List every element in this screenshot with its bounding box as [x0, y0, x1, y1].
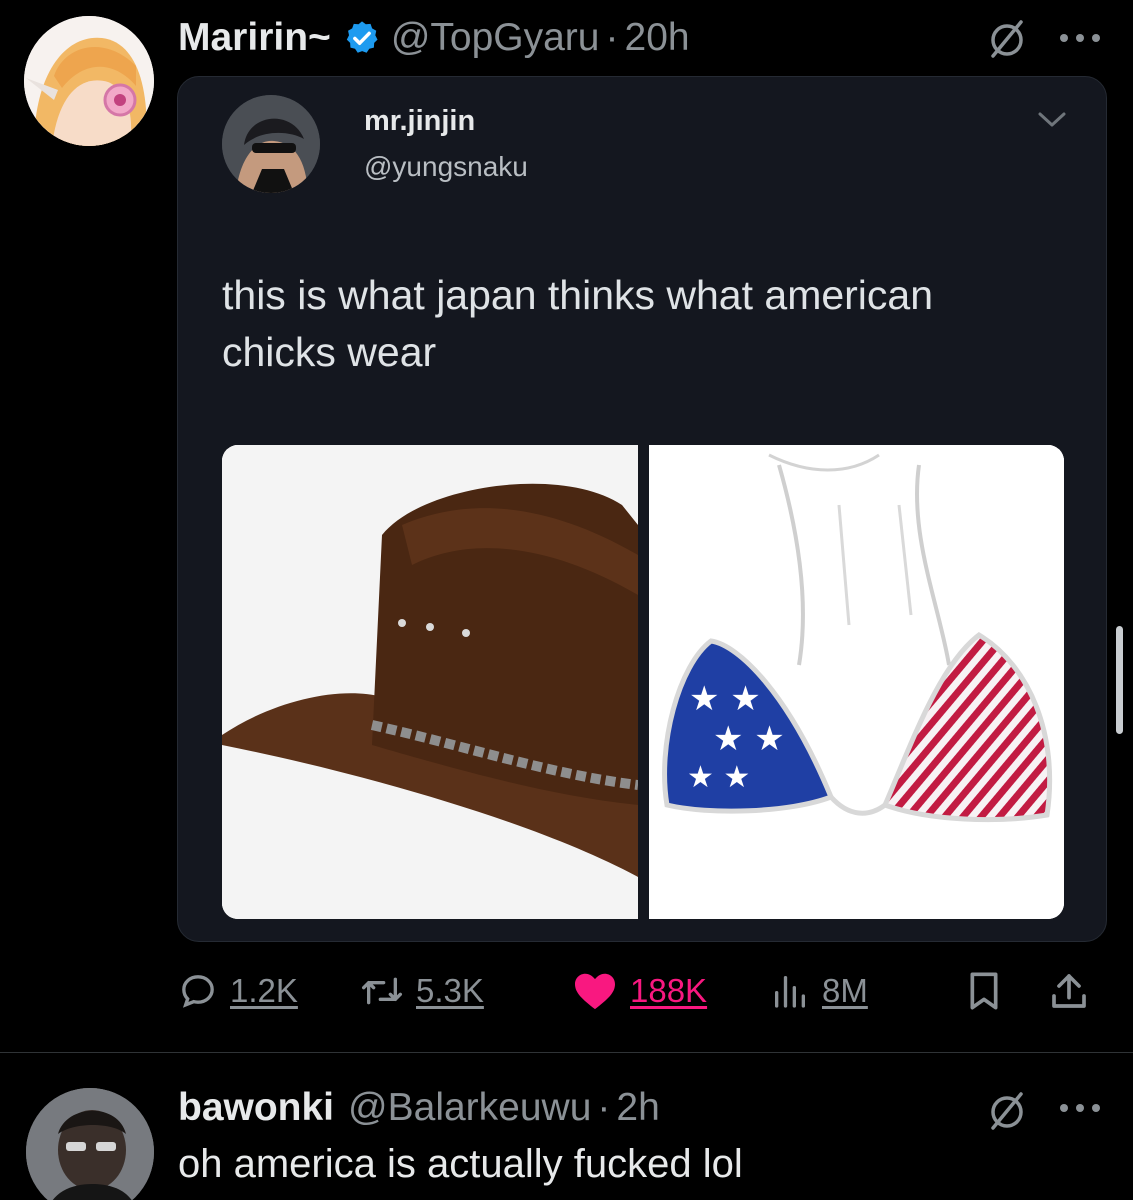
quoted-author-avatar[interactable] — [222, 95, 320, 193]
views-button[interactable]: 8M — [770, 968, 868, 1014]
reply-author-avatar[interactable] — [26, 1088, 154, 1200]
tweet-divider — [0, 1052, 1133, 1053]
author-handle[interactable]: @TopGyaru — [391, 16, 600, 60]
like-count: 188K — [630, 972, 708, 1009]
grok-icon[interactable] — [985, 1090, 1029, 1134]
reply-header-separator: · — [597, 1086, 611, 1129]
chevron-down-icon[interactable] — [1034, 105, 1070, 135]
repost-count: 5.3K — [416, 972, 484, 1009]
tweet-action-bar: 1.2K 5.3K 188K 8M — [178, 968, 1108, 1014]
author-display-name[interactable]: Maririn~ — [178, 16, 331, 60]
reply-author-display-name[interactable]: bawonki — [178, 1086, 334, 1130]
share-button[interactable] — [1050, 968, 1100, 1014]
heart-icon — [575, 973, 615, 1010]
reply-count: 1.2K — [230, 972, 298, 1009]
grok-icon[interactable] — [985, 18, 1029, 62]
verified-badge-icon — [346, 21, 378, 53]
scrollbar[interactable] — [1116, 626, 1123, 734]
reply-icon — [182, 975, 214, 1008]
more-options-icon[interactable] — [1056, 28, 1104, 48]
tweet-header: Maririn~ @TopGyaru · 20h — [178, 16, 690, 60]
reply-header: bawonki @Balarkeuwu · 2h — [178, 1086, 660, 1130]
quoted-author-handle[interactable]: @yungsnaku — [364, 151, 528, 183]
quoted-author-display-name[interactable]: mr.jinjin — [364, 105, 475, 138]
views-count: 8M — [822, 972, 868, 1009]
media-divider — [638, 445, 649, 919]
analytics-icon — [775, 976, 805, 1008]
like-button[interactable]: 188K — [572, 968, 707, 1014]
share-icon — [1052, 974, 1086, 1008]
svg-text:★ ★: ★ ★ — [687, 760, 750, 795]
tweet-timestamp[interactable]: 20h — [625, 16, 690, 60]
svg-text:★ ★: ★ ★ — [713, 719, 785, 759]
quoted-tweet-card[interactable]: mr.jinjin @yungsnaku this is what japan … — [177, 76, 1107, 942]
svg-text:★ ★: ★ ★ — [689, 679, 761, 719]
quoted-tweet-media[interactable]: ★ ★ ★ ★ ★ ★ — [222, 445, 1064, 919]
bookmark-icon — [970, 972, 998, 1010]
reply-timestamp[interactable]: 2h — [616, 1086, 659, 1130]
reply-button[interactable]: 1.2K — [178, 968, 298, 1014]
more-options-icon[interactable] — [1056, 1098, 1104, 1118]
repost-button[interactable]: 5.3K — [360, 968, 484, 1014]
author-avatar[interactable] — [24, 16, 154, 146]
bookmark-button[interactable] — [966, 968, 1014, 1014]
repost-icon — [361, 977, 402, 1005]
reply-author-handle[interactable]: @Balarkeuwu — [348, 1086, 591, 1130]
reply-text: oh america is actually fucked lol — [178, 1142, 743, 1186]
quoted-tweet-text: this is what japan thinks what american … — [222, 272, 934, 375]
cowboy-hat-image[interactable] — [222, 445, 639, 919]
header-separator: · — [605, 16, 619, 59]
flag-bikini-image[interactable]: ★ ★ ★ ★ ★ ★ — [649, 445, 1064, 919]
